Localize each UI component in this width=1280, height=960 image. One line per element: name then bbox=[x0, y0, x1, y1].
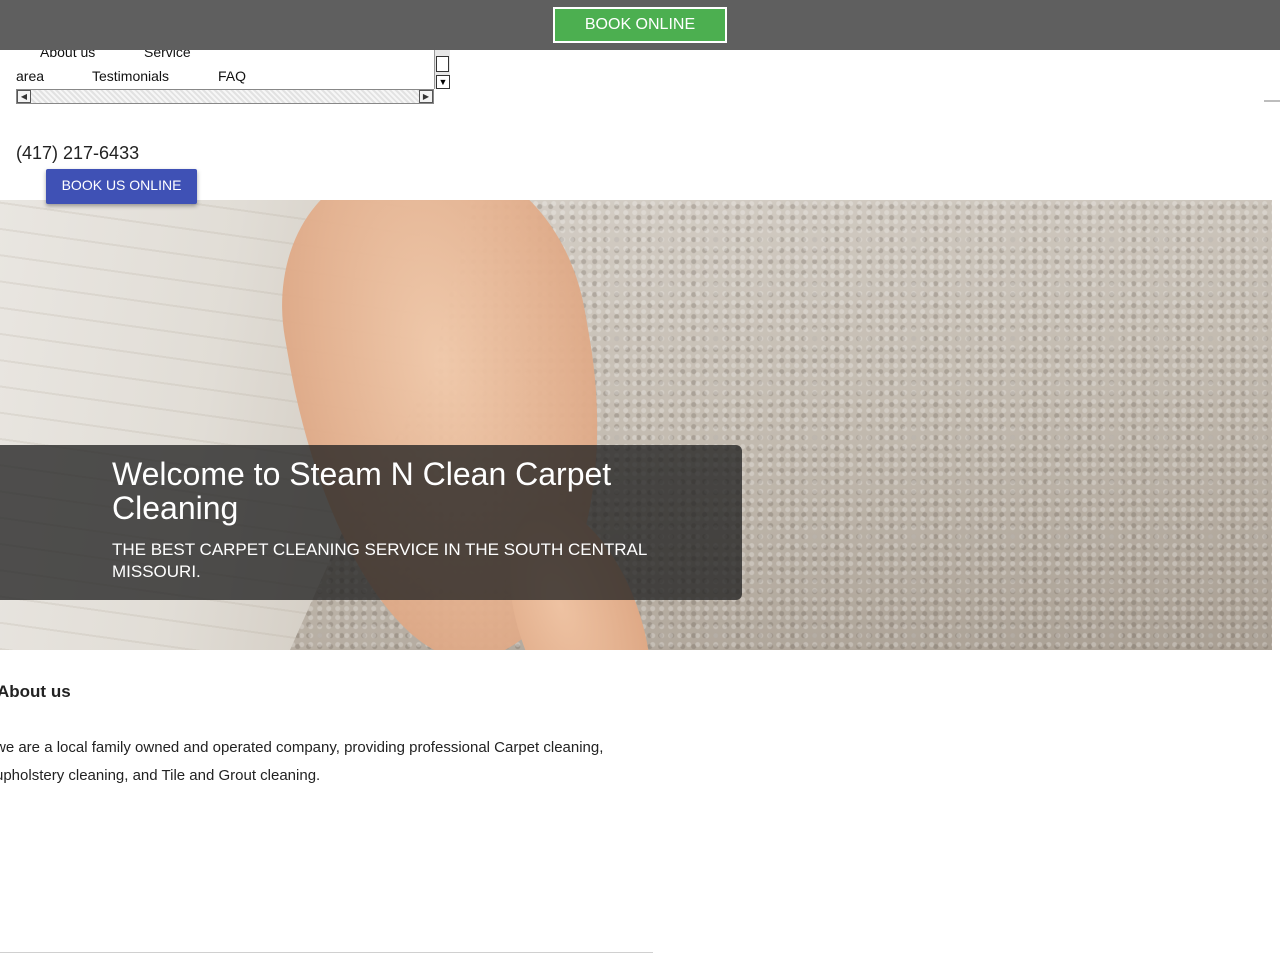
scroll-left-arrow-icon[interactable]: ◀ bbox=[17, 90, 31, 103]
about-heading: About us bbox=[0, 682, 71, 701]
phone-number[interactable]: (417) 217-6433 bbox=[16, 143, 139, 164]
nav-item-service[interactable]: Service bbox=[144, 50, 191, 60]
hero-banner: Welcome to Steam N Clean Carpet Cleaning… bbox=[0, 200, 1272, 650]
top-bar: BOOK ONLINE bbox=[0, 0, 1280, 50]
book-us-online-button[interactable]: BOOK US ONLINE bbox=[46, 169, 197, 204]
scroll-right-arrow-icon[interactable]: ▶ bbox=[419, 90, 433, 103]
nav-item-about-us[interactable]: About us bbox=[40, 50, 95, 60]
section-divider bbox=[0, 952, 653, 953]
nav-item-faq[interactable]: FAQ bbox=[218, 68, 246, 84]
hero-caption: Welcome to Steam N Clean Carpet Cleaning… bbox=[0, 445, 742, 600]
scrollbar-thumb[interactable] bbox=[436, 56, 449, 72]
book-online-button[interactable]: BOOK ONLINE bbox=[553, 7, 727, 43]
nav-item-service-area[interactable]: area bbox=[16, 68, 44, 84]
nav-horizontal-scrollbar[interactable]: ◀ ▶ bbox=[16, 89, 434, 104]
nav-item-testimonials[interactable]: Testimonials bbox=[92, 68, 169, 84]
header-divider-right bbox=[1264, 100, 1280, 102]
scroll-down-arrow-icon[interactable]: ▼ bbox=[436, 75, 450, 89]
about-text: we are a local family owned and operated… bbox=[0, 739, 604, 784]
hero-subtitle: THE BEST CARPET CLEANING SERVICE IN THE … bbox=[112, 540, 647, 581]
nav-vertical-scrollbar[interactable]: ▼ bbox=[434, 44, 450, 89]
hero-title: Welcome to Steam N Clean Carpet Cleaning bbox=[112, 456, 612, 526]
